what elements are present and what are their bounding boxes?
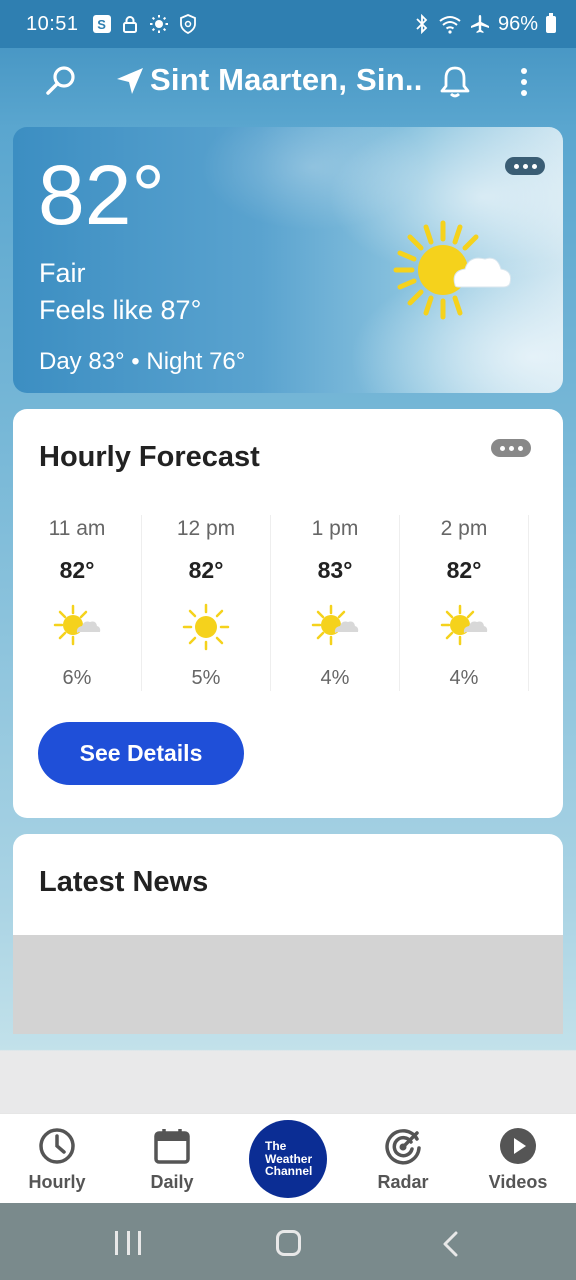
logo-text-line: Channel: [265, 1164, 313, 1179]
logo-text-line: The: [265, 1139, 287, 1154]
location-arrow-icon: [117, 68, 143, 94]
hour-time: 1 pm: [311, 517, 359, 540]
clock-icon: [39, 1128, 75, 1164]
nav-hourly[interactable]: Hourly: [7, 1114, 107, 1204]
status-bar: 10:51 S 96%: [0, 0, 576, 48]
hourly-forecast-title: Hourly Forecast: [39, 441, 260, 473]
latest-news-title: Latest News: [39, 866, 209, 898]
news-image-placeholder[interactable]: [13, 935, 563, 1034]
clock: 10:51: [26, 12, 79, 35]
location-title[interactable]: Sint Maarten, Sin...: [150, 62, 422, 98]
current-conditions-card[interactable]: 82° Fair Feels like 87° Day 83° • Night …: [13, 127, 563, 393]
recent-apps-icon[interactable]: [115, 1231, 141, 1255]
bell-icon[interactable]: [438, 64, 472, 100]
hour-time: 12 pm: [176, 517, 236, 540]
system-navigation-bar: [0, 1203, 576, 1280]
current-condition: Fair: [39, 258, 86, 288]
feels-like: Feels like 87°: [39, 295, 202, 325]
see-details-button[interactable]: See Details: [38, 722, 244, 785]
partly-sunny-icon: [53, 604, 101, 646]
partly-sunny-icon: [393, 220, 512, 320]
partly-sunny-icon: [311, 604, 359, 646]
wifi-icon: [439, 16, 461, 34]
hour-temp: 82°: [59, 557, 95, 583]
day-night-temps: Day 83° • Night 76°: [39, 348, 246, 375]
battery-percent: 96%: [497, 12, 538, 35]
bluetooth-icon: [416, 14, 428, 34]
s-app-icon: S: [92, 15, 111, 33]
hour-item[interactable]: 12 pm 82° 5%: [142, 515, 271, 691]
nav-radar[interactable]: Radar: [353, 1114, 453, 1204]
lock-icon: [122, 16, 137, 33]
hour-temp: 82°: [188, 557, 224, 583]
nav-daily-label: Daily: [150, 1172, 194, 1192]
airplane-mode-icon: [470, 15, 489, 33]
search-icon[interactable]: [44, 64, 78, 98]
app-bar: Sint Maarten, Sin...: [0, 48, 576, 116]
hour-item[interactable]: 1 pm 83° 4%: [271, 515, 400, 691]
hourly-forecast-card: Hourly Forecast 11 am 82° 6% 12 pm 82° 5…: [13, 409, 563, 818]
hour-precip: 4%: [320, 667, 350, 689]
battery-icon: [546, 12, 556, 33]
nav-videos-label: Videos: [488, 1172, 548, 1192]
nav-daily[interactable]: Daily: [122, 1114, 222, 1204]
shield-icon: [179, 14, 196, 34]
hour-precip: 5%: [191, 667, 221, 689]
hourly-more-button[interactable]: [491, 439, 531, 457]
bottom-navigation: Hourly Daily The Weather Channel Radar V…: [0, 1113, 576, 1203]
hour-time: 2 pm: [440, 517, 488, 540]
hour-temp: 82°: [446, 557, 482, 583]
latest-news-card: Latest News: [13, 834, 563, 1034]
nav-radar-label: Radar: [377, 1172, 429, 1192]
nav-hourly-label: Hourly: [28, 1172, 86, 1192]
nav-videos[interactable]: Videos: [468, 1114, 568, 1204]
weather-channel-logo[interactable]: The Weather Channel: [249, 1120, 327, 1198]
hour-precip: 6%: [62, 667, 92, 689]
partly-sunny-icon: [440, 604, 488, 646]
overflow-menu-icon[interactable]: [512, 64, 536, 100]
play-icon: [500, 1128, 536, 1164]
sunny-icon: [182, 603, 230, 651]
hour-temp: 83°: [317, 557, 353, 583]
hourly-list: 11 am 82° 6% 12 pm 82° 5% 1 pm 83° 4% 2 …: [13, 515, 563, 691]
home-icon[interactable]: [276, 1230, 301, 1256]
back-icon[interactable]: [440, 1231, 462, 1257]
hour-time: 11 am: [48, 517, 106, 540]
radar-icon: [385, 1129, 421, 1165]
calendar-icon: [154, 1129, 190, 1164]
hour-precip: 4%: [449, 667, 479, 689]
card-more-button[interactable]: [505, 157, 545, 175]
hour-item[interactable]: 11 am 82° 6%: [13, 515, 142, 691]
brightness-icon: [149, 15, 168, 33]
hour-item[interactable]: 2 pm 82° 4%: [400, 515, 529, 691]
current-temperature: 82°: [38, 148, 166, 242]
